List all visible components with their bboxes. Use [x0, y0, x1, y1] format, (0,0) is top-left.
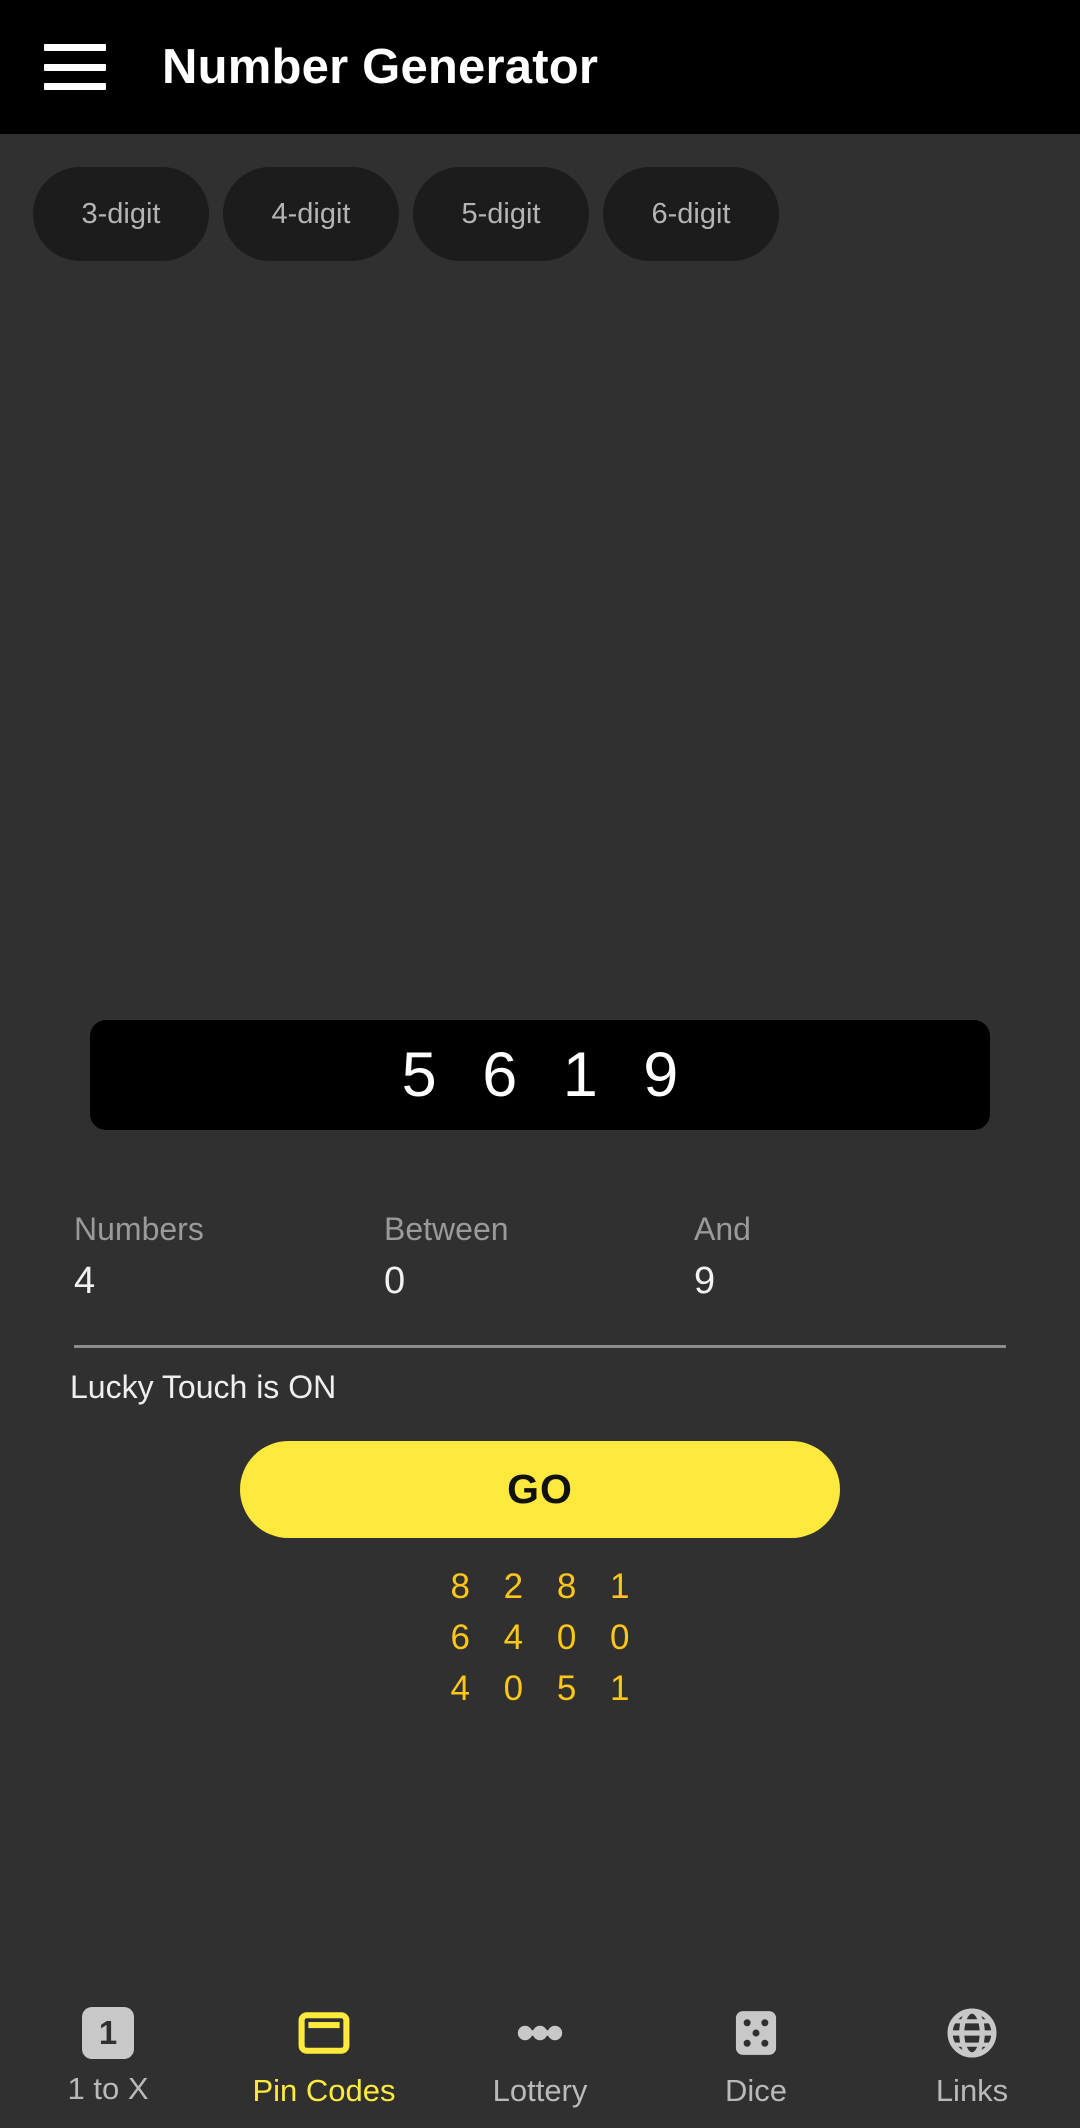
param-numbers-label: Numbers: [74, 1211, 204, 1247]
dice-five-icon: [735, 2011, 777, 2055]
bottom-navigation: 1 1 to X Pin Codes Lottery Dice Links: [0, 1980, 1080, 2128]
param-numbers-value: 4: [74, 1260, 96, 1302]
globe-icon: [947, 2008, 997, 2058]
history-item: 6 4 0 0: [450, 1618, 642, 1658]
result-value: 5 6 1 9: [401, 1040, 693, 1110]
number-one-square-icon: 1: [82, 2007, 134, 2059]
lucky-touch-status[interactable]: Lucky Touch is ON: [70, 1369, 336, 1406]
nav-item-pin-codes[interactable]: Pin Codes: [216, 1980, 432, 2128]
nav-label-dice: Dice: [724, 2073, 787, 2108]
hamburger-bar: [44, 63, 106, 71]
result-display: 5 6 1 9: [90, 1020, 990, 1130]
chip-3-digit[interactable]: 3-digit: [33, 167, 209, 261]
main-content: 5 6 1 9 Numbers 4 Between 0 And 9 Lucky …: [0, 261, 1080, 1980]
nav-label-lottery: Lottery: [492, 2073, 588, 2108]
nav-item-lottery[interactable]: Lottery: [432, 1980, 648, 2128]
history-item: 8 2 8 1: [450, 1567, 642, 1606]
history-list: 8 2 8 1 6 4 0 0 4 0 5 1: [0, 1561, 1080, 1714]
nav-item-dice[interactable]: Dice: [648, 1980, 864, 2128]
credit-card-icon: [298, 2012, 350, 2054]
parameters-row: Numbers 4 Between 0 And 9: [74, 1211, 1006, 1303]
chip-4-digit[interactable]: 4-digit: [223, 167, 399, 261]
param-and[interactable]: And 9: [694, 1211, 1004, 1303]
app-header: Number Generator: [0, 0, 1080, 134]
go-button[interactable]: GO: [240, 1441, 840, 1538]
chip-6-digit[interactable]: 6-digit: [603, 167, 779, 261]
param-numbers[interactable]: Numbers 4: [74, 1211, 384, 1303]
hamburger-bar: [44, 44, 106, 51]
nav-label-links: Links: [935, 2073, 1009, 2108]
nav-label-1-to-x: 1 to X: [67, 2071, 149, 2106]
hamburger-menu-icon[interactable]: [44, 44, 106, 90]
nav-label-pin-codes: Pin Codes: [252, 2073, 396, 2108]
param-between[interactable]: Between 0: [384, 1211, 694, 1303]
nav-item-1-to-x[interactable]: 1 1 to X: [0, 1980, 216, 2128]
nav-item-links[interactable]: Links: [864, 1980, 1080, 2128]
digit-preset-chips: 3-digit 4-digit 5-digit 6-digit: [0, 134, 1080, 261]
param-between-value: 0: [384, 1260, 406, 1302]
page-title: Number Generator: [162, 40, 599, 94]
history-item: 4 0 5 1: [450, 1669, 642, 1709]
hamburger-bar: [44, 83, 106, 90]
chip-5-digit[interactable]: 5-digit: [413, 167, 589, 261]
param-and-label: And: [694, 1211, 751, 1247]
lottery-balls-icon: [517, 2025, 563, 2041]
app-root: Number Generator 3-digit 4-digit 5-digit…: [0, 0, 1080, 2128]
param-between-label: Between: [384, 1211, 509, 1247]
section-divider: [74, 1345, 1006, 1348]
param-and-value: 9: [694, 1260, 716, 1302]
